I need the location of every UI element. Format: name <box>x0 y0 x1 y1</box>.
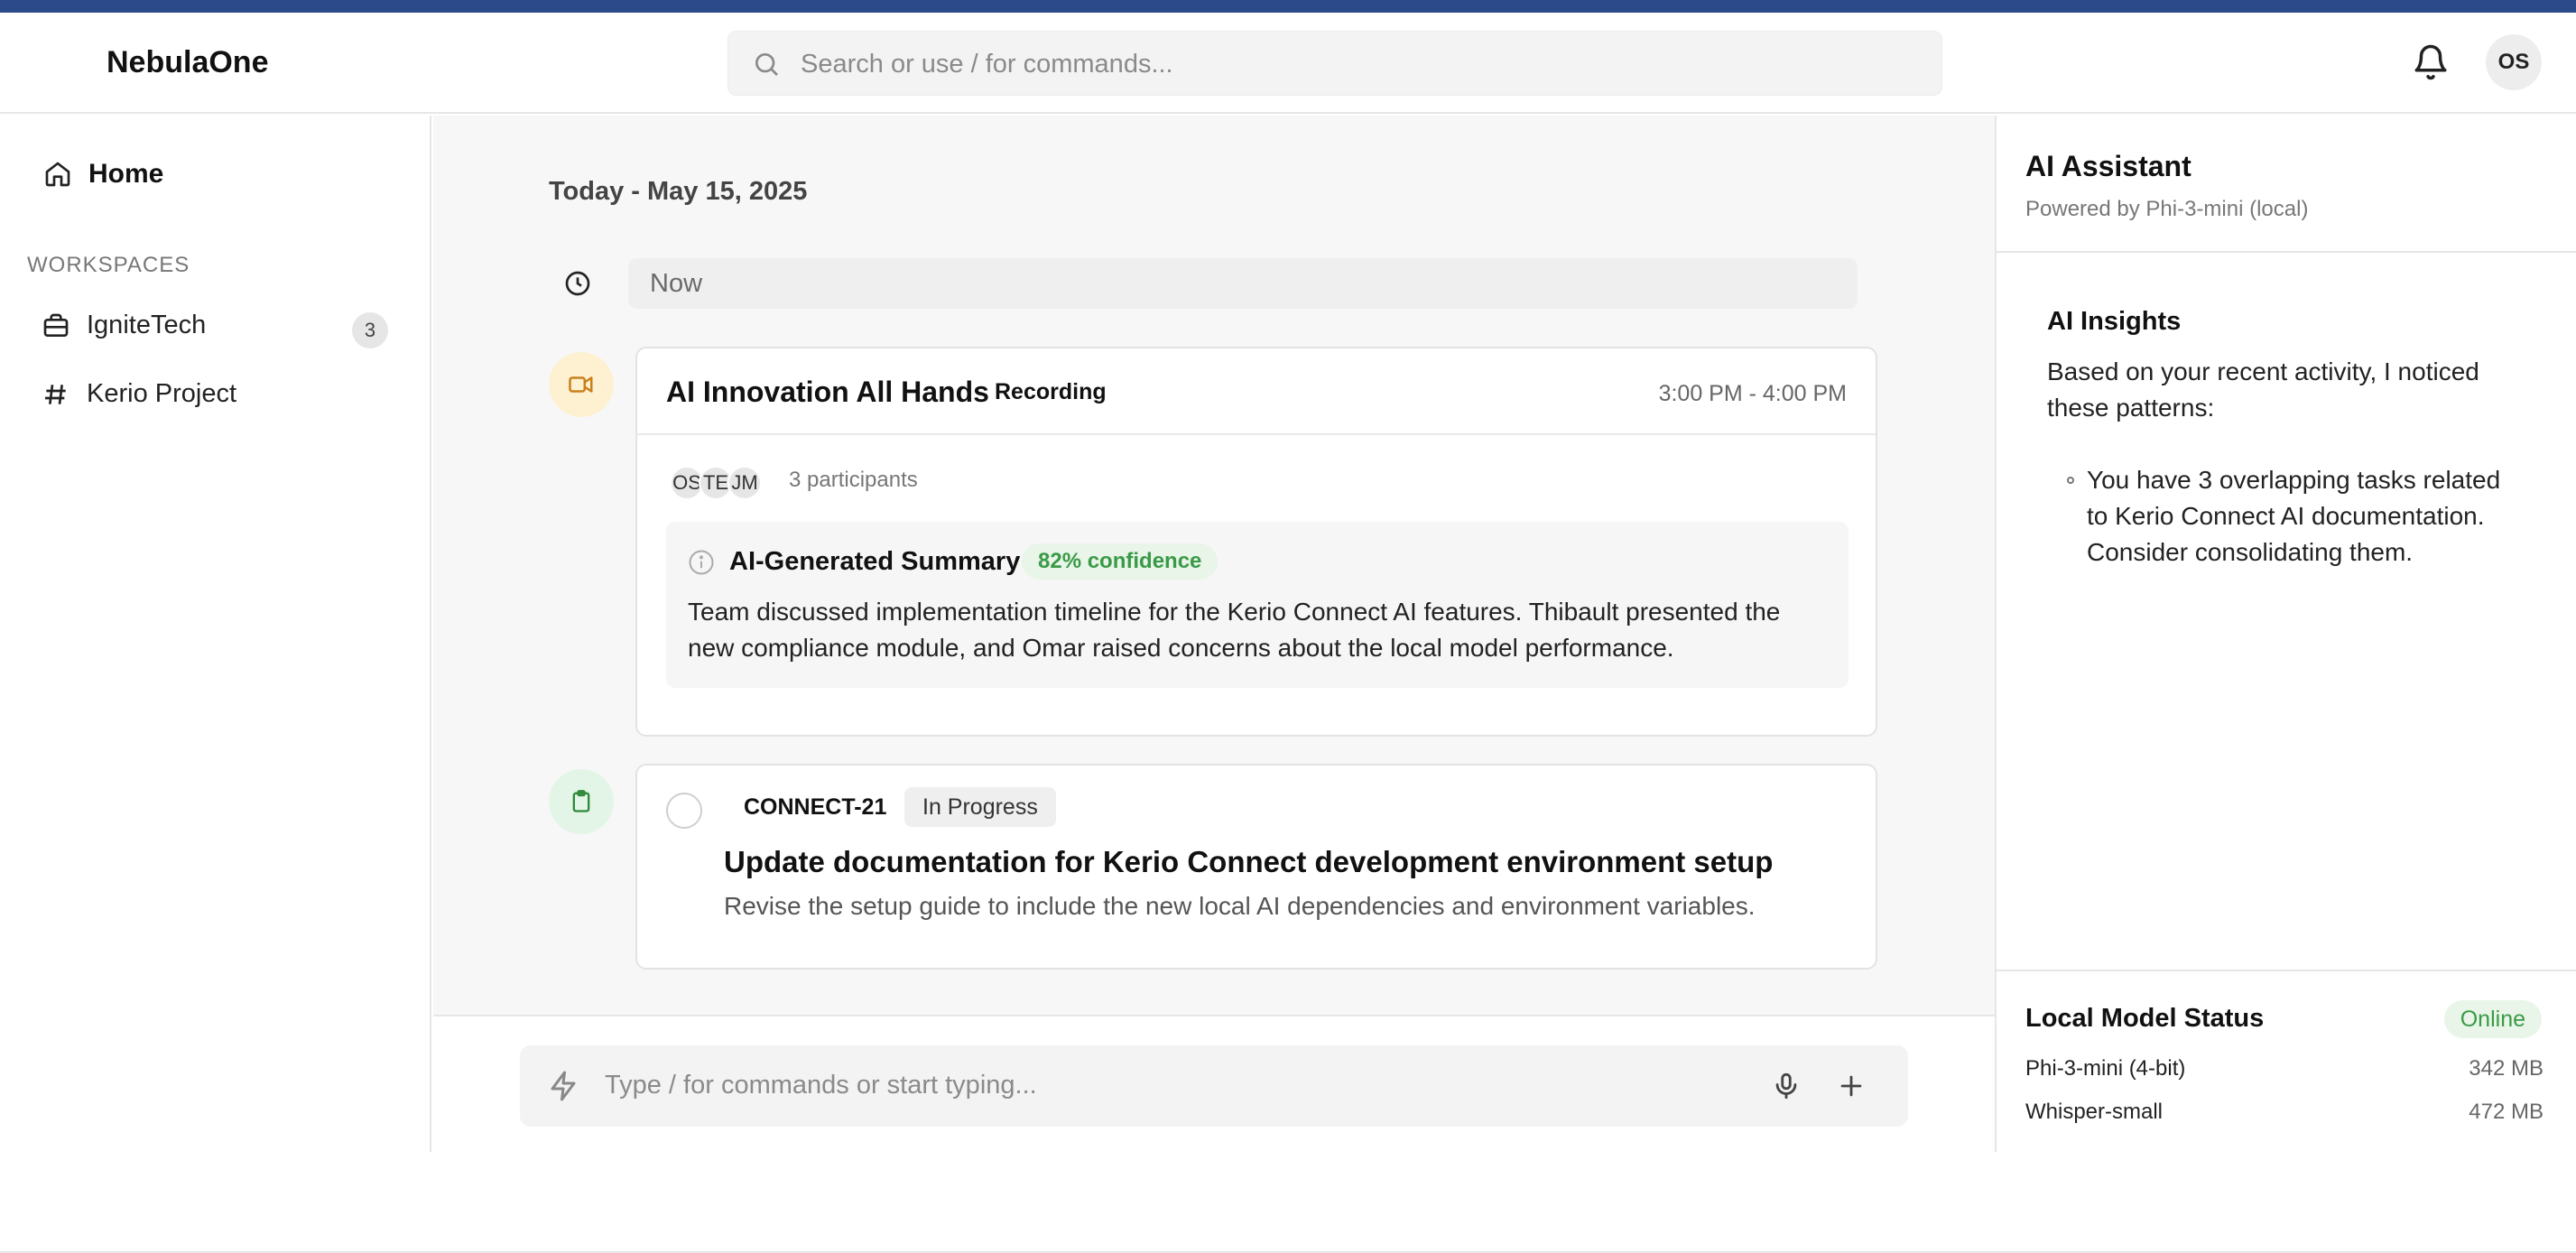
top-accent-bar <box>0 0 2576 13</box>
hash-icon <box>45 384 66 404</box>
plus-icon[interactable] <box>1836 1071 1867 1101</box>
assistant-header: AI Assistant Powered by Phi-3-mini (loca… <box>1997 116 2576 253</box>
meeting-card[interactable]: AI Innovation All Hands Recording 3:00 P… <box>635 347 1877 737</box>
sidebar-item-label: Kerio Project <box>87 379 237 408</box>
sidebar-item-home[interactable]: Home <box>43 159 163 190</box>
user-avatar[interactable]: OS <box>2486 34 2542 90</box>
insights-intro: Based on your recent activity, I noticed… <box>2047 357 2479 422</box>
assistant-subtitle: Powered by Phi-3-mini (local) <box>2025 197 2309 221</box>
meeting-time: 3:00 PM - 4:00 PM <box>1658 381 1847 406</box>
task-card[interactable]: CONNECT-21 In Progress Update documentat… <box>635 764 1877 970</box>
search-input[interactable]: Search or use / for commands... <box>801 50 1173 79</box>
search-icon <box>755 53 778 76</box>
microphone-icon[interactable] <box>1771 1071 1802 1101</box>
task-status-badge[interactable]: In Progress <box>904 787 1056 827</box>
insights-title: AI Insights <box>2047 307 2182 336</box>
info-icon <box>689 550 714 575</box>
task-type-badge <box>549 769 614 834</box>
online-status-badge: Online <box>2443 1000 2542 1038</box>
insight-item: You have 3 overlapping tasks related to … <box>2067 462 2509 571</box>
local-model-status: Local Model Status Online Phi-3-mini (4-… <box>1997 970 2576 1152</box>
video-camera-icon <box>569 376 593 393</box>
assistant-title: AI Assistant <box>2025 150 2191 182</box>
task-complete-checkbox[interactable] <box>666 793 702 829</box>
app-brand[interactable]: NebulaOne <box>107 45 268 80</box>
summary-text: Team discussed implementation timeline f… <box>688 598 1781 662</box>
sidebar: Home WORKSPACES IgniteTech 3 Kerio Proje… <box>0 116 431 1152</box>
model-size: 342 MB <box>2469 1056 2544 1081</box>
task-title[interactable]: Update documentation for Kerio Connect d… <box>724 845 1773 879</box>
sidebar-home-label: Home <box>88 159 164 189</box>
workspaces-section-label: WORKSPACES <box>27 253 190 277</box>
command-composer[interactable]: Type / for commands or start typing... <box>520 1045 1908 1127</box>
summary-title: AI-Generated Summary <box>729 547 1021 576</box>
app-header: NebulaOne Search or use / for commands..… <box>0 13 2576 114</box>
meeting-title[interactable]: AI Innovation All Hands <box>666 376 989 409</box>
model-row: Phi-3-mini (4-bit) 342 MB <box>2025 1056 2544 1081</box>
bottom-strip <box>0 1152 2576 1253</box>
sidebar-item-label: IgniteTech <box>87 311 207 339</box>
recording-status-badge: Recording <box>995 379 1107 404</box>
meeting-card-header: AI Innovation All Hands Recording 3:00 P… <box>637 348 1876 435</box>
bullet-icon <box>2067 477 2074 484</box>
confidence-badge: 82% confidence <box>1022 543 1219 580</box>
date-heading: Today - May 15, 2025 <box>549 177 808 206</box>
model-name: Whisper-small <box>2025 1100 2164 1124</box>
clock-icon <box>565 271 590 296</box>
composer-area: Type / for commands or start typing... <box>433 1015 1995 1152</box>
ai-assistant-panel: AI Assistant Powered by Phi-3-mini (loca… <box>1995 116 2576 1152</box>
meeting-type-badge <box>549 352 614 417</box>
activity-feed: Today - May 15, 2025 Now AI Innovation A… <box>433 116 1995 1015</box>
participants-count: 3 participants <box>789 468 918 492</box>
global-search[interactable]: Search or use / for commands... <box>727 31 1942 96</box>
composer-input[interactable]: Type / for commands or start typing... <box>605 1071 1037 1100</box>
model-name: Phi-3-mini (4-bit) <box>2025 1056 2186 1081</box>
insight-text: You have 3 overlapping tasks related to … <box>2087 466 2501 566</box>
workspace-count-badge: 3 <box>352 312 388 348</box>
home-icon <box>45 162 70 187</box>
participant-avatars[interactable]: OS TE JM <box>670 466 762 500</box>
model-row: Whisper-small 472 MB <box>2025 1100 2544 1125</box>
sidebar-item-kerio-project[interactable]: Kerio Project <box>42 379 236 409</box>
status-title: Local Model Status <box>2025 1004 2265 1033</box>
task-id[interactable]: CONNECT-21 <box>744 794 886 821</box>
participant-avatar: JM <box>727 466 762 500</box>
task-description: Revise the setup guide to include the ne… <box>724 892 1756 920</box>
notification-bell-icon[interactable] <box>2412 43 2450 81</box>
ai-summary-panel: AI-Generated Summary 82% confidence Team… <box>666 522 1849 688</box>
sidebar-item-ignitetech[interactable]: IgniteTech <box>42 311 206 340</box>
model-size: 472 MB <box>2469 1100 2544 1124</box>
lightning-icon <box>551 1071 576 1101</box>
now-marker: Now <box>628 258 1858 309</box>
clipboard-icon <box>572 790 590 812</box>
briefcase-icon <box>43 313 69 337</box>
